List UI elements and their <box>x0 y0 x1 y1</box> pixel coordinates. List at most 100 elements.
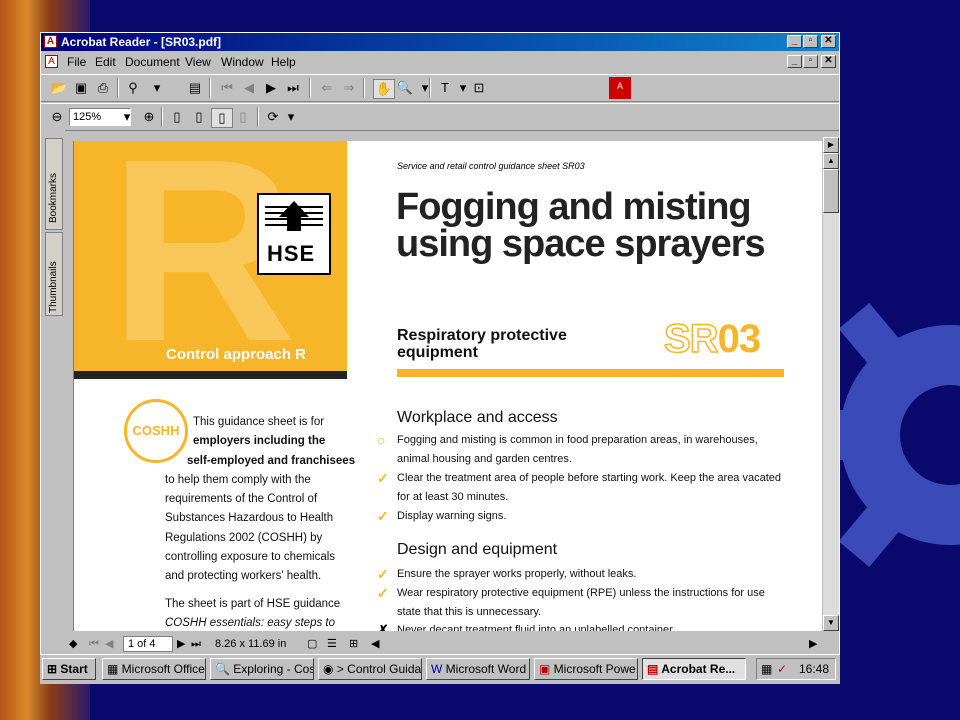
tab-bookmarks[interactable]: Bookmarks <box>45 138 63 230</box>
clock[interactable]: 16:48 <box>799 659 829 679</box>
task-microsoft-powerpoint[interactable]: ▣ Microsoft Powe... <box>534 658 638 680</box>
menu-document[interactable]: Document <box>125 52 180 72</box>
separator <box>429 78 431 98</box>
scroll-thumb[interactable] <box>823 169 839 213</box>
task-control-guidance[interactable]: ◉ > Control Guida... <box>318 658 422 680</box>
task-label: Microsoft Word <box>445 662 527 676</box>
menu-edit[interactable]: Edit <box>95 52 116 72</box>
menu-help[interactable]: Help <box>271 52 296 72</box>
browser-icon: ◉ <box>323 662 337 676</box>
save-icon[interactable]: ▣ <box>71 79 91 97</box>
scroll-right-arrow-icon[interactable]: ▶ <box>823 137 839 153</box>
acrobat-icon: ▤ <box>647 662 662 676</box>
intro-text: This guidance sheet is for employers inc… <box>165 413 360 631</box>
task-label: Microsoft Office <box>121 662 205 676</box>
facing-pages-icon[interactable]: ⊞ <box>349 634 358 654</box>
zoom-dropdown-icon[interactable]: ▾ <box>415 79 435 97</box>
taskbar: ⊞ Start ▦ Microsoft Office 🔍 Exploring -… <box>40 654 840 684</box>
print-icon[interactable]: ⎙ <box>93 79 113 97</box>
minimize-button[interactable]: _ <box>787 35 802 48</box>
separator <box>363 78 365 98</box>
task-exploring[interactable]: 🔍 Exploring - Cos... <box>210 658 314 680</box>
menu-window[interactable]: Window <box>221 52 264 72</box>
find-dropdown-icon[interactable]: ▾ <box>147 79 167 97</box>
find-icon[interactable]: ⚲ <box>123 79 143 97</box>
task-microsoft-word[interactable]: W Microsoft Word <box>426 658 530 680</box>
tick-icon: ✓ <box>377 470 389 486</box>
task-label: Exploring - Cos... <box>233 662 314 676</box>
adobe-logo-icon[interactable]: A <box>609 77 631 99</box>
navigation-pane-icon[interactable]: ▤ <box>185 79 205 97</box>
rpe-line-2: equipment <box>397 344 478 361</box>
rotate-dropdown-icon[interactable]: ▾ <box>281 108 301 126</box>
previous-page-icon[interactable]: ◀ <box>105 634 113 654</box>
orange-banner: R HSE Control approach R <box>74 141 347 381</box>
scroll-down-arrow-icon[interactable]: ▼ <box>823 615 839 631</box>
title-bar: A Acrobat Reader - [SR03.pdf] _ ▫ ✕ <box>41 33 839 51</box>
actual-size-icon[interactable]: ▯ <box>167 108 187 126</box>
intro-line: to help them comply with the <box>165 473 311 486</box>
maximize-button[interactable]: ▫ <box>803 35 818 48</box>
go-back-icon[interactable]: ⇐ <box>317 79 337 97</box>
start-button[interactable]: ⊞ Start <box>42 658 96 680</box>
task-acrobat-reader[interactable]: ▤ Acrobat Re... <box>642 658 746 680</box>
network-icon[interactable]: ▦ <box>761 659 772 679</box>
scroll-up-arrow-icon[interactable]: ▲ <box>823 153 839 169</box>
divider-bar <box>74 371 347 379</box>
doc-minimize-button[interactable]: _ <box>787 55 802 68</box>
separator <box>117 78 119 98</box>
next-page-icon[interactable]: ▶ <box>177 634 185 654</box>
view-toolbar: ⊖ 125% ▾ ⊕ ▯ ▯ ▯ ▯ ⟳ ▾ <box>41 103 839 131</box>
graphics-select-icon[interactable]: ⊡ <box>469 79 489 97</box>
hse-logo: HSE <box>257 193 331 275</box>
doc-restore-button[interactable]: ▫ <box>803 55 818 68</box>
zoom-select-dropdown-icon[interactable]: ▾ <box>117 108 137 126</box>
last-page-icon[interactable]: ⏭ <box>191 634 201 654</box>
single-page-icon[interactable]: ▢ <box>307 634 317 654</box>
rotate-icon[interactable]: ⟳ <box>263 108 283 126</box>
continuous-icon[interactable]: ☰ <box>327 634 337 654</box>
document-view[interactable]: R HSE Control approach R Service and ret… <box>73 141 822 631</box>
last-page-icon[interactable]: ⏭ <box>283 79 303 97</box>
doc-close-button[interactable]: ✕ <box>821 55 836 68</box>
open-icon[interactable]: 📂 <box>49 79 69 97</box>
list-item-text: Wear respiratory protective equipment (R… <box>397 587 765 618</box>
fit-visible-icon[interactable]: ▯ <box>233 108 253 126</box>
intro-line: self-employed and franchisees <box>187 454 356 467</box>
menu-view[interactable]: View <box>185 52 211 72</box>
first-page-icon[interactable]: ⏮ <box>89 634 99 654</box>
sheet-code-prefix: SR <box>663 316 719 362</box>
fit-width-icon[interactable]: ▯ <box>211 108 233 128</box>
list-item-text: Fogging and misting is common in food pr… <box>397 434 758 465</box>
first-page-icon[interactable]: ⏮ <box>217 79 237 97</box>
zoom-out-icon[interactable]: ⊖ <box>47 108 67 126</box>
scroll-left-arrow-icon[interactable]: ◀ <box>371 634 379 654</box>
close-button[interactable]: ✕ <box>821 35 836 48</box>
intro-line: The sheet is part of HSE guidance <box>165 597 341 610</box>
menu-file[interactable]: File <box>67 52 86 72</box>
next-page-icon[interactable]: ▶ <box>261 79 281 97</box>
previous-page-icon[interactable]: ◀ <box>239 79 259 97</box>
tab-bookmarks-label: Bookmarks <box>48 172 59 223</box>
tab-thumbnails[interactable]: Thumbnails <box>45 232 63 316</box>
task-microsoft-office[interactable]: ▦ Microsoft Office <box>102 658 206 680</box>
status-bar: ◆ ⏮ ◀ 1 of 4 ▶ ⏭ 8.26 x 11.69 in ▢ ☰ ⊞ ◀… <box>65 634 839 654</box>
zoom-in-icon[interactable]: ⊕ <box>139 108 159 126</box>
rpe-line-1: Respiratory protective <box>397 327 567 344</box>
zoom-tool-icon[interactable]: 🔍 <box>395 79 415 97</box>
document-icon[interactable]: A <box>45 55 58 68</box>
hand-tool-icon[interactable]: ✋ <box>373 79 395 99</box>
intro-line: This guidance sheet is for <box>193 416 325 428</box>
control-approach-label: Control approach R <box>166 346 307 363</box>
split-handle-icon[interactable]: ◆ <box>69 634 77 654</box>
circle-bullet-icon: ○ <box>377 432 386 448</box>
vertical-scrollbar[interactable]: ▶ ▲ ▼ <box>823 137 839 631</box>
fit-page-icon[interactable]: ▯ <box>189 108 209 126</box>
side-tabs: Bookmarks Thumbnails <box>41 130 65 630</box>
scroll-right-arrow-icon[interactable]: ▶ <box>809 634 817 654</box>
antivirus-icon[interactable]: ✓ <box>777 659 787 679</box>
word-icon: W <box>431 662 446 676</box>
go-forward-icon[interactable]: ⇒ <box>339 79 359 97</box>
text-select-icon[interactable]: T <box>435 79 455 97</box>
page-number-input[interactable]: 1 of 4 <box>123 636 173 652</box>
